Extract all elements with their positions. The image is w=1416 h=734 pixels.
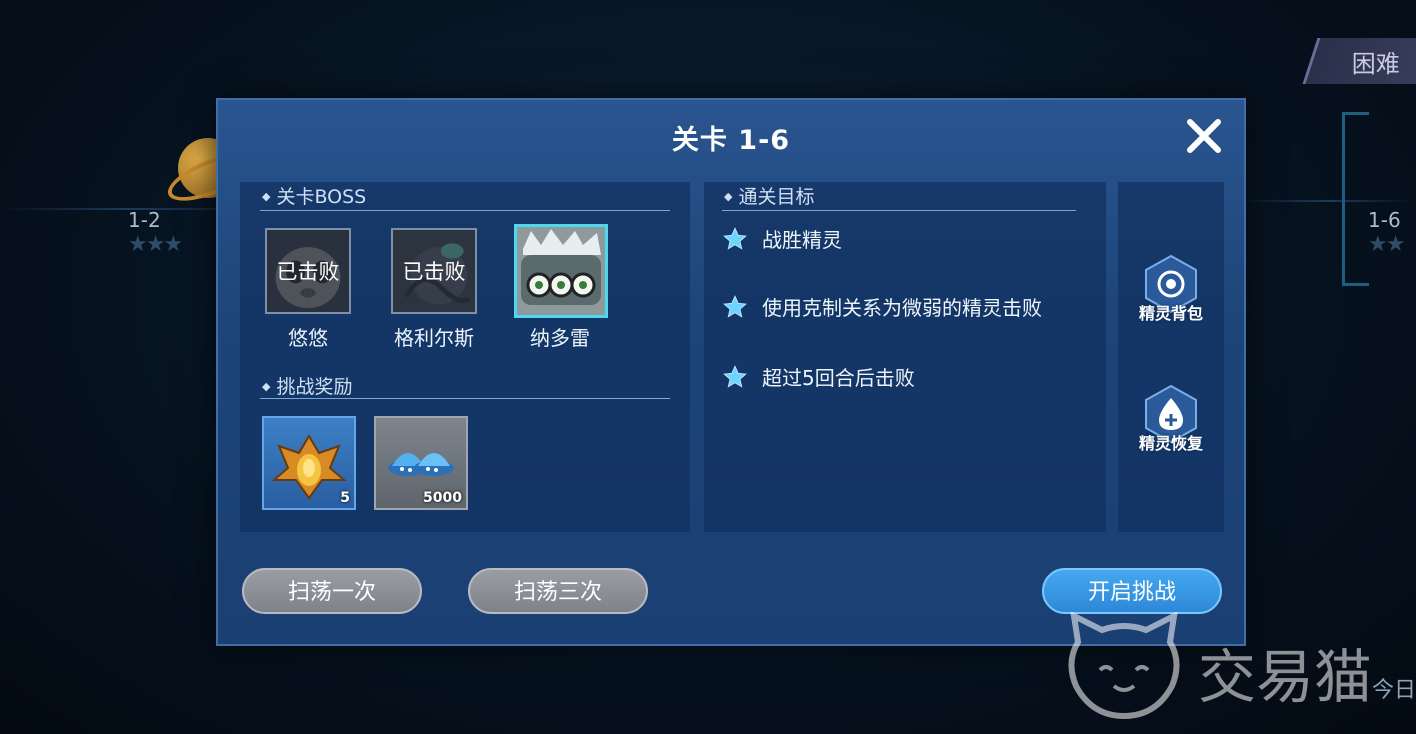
boss-name: 纳多雷 bbox=[530, 326, 590, 350]
section-divider bbox=[260, 210, 670, 211]
star-icon bbox=[723, 294, 747, 318]
spirit-heal-label: 精灵恢复 bbox=[1138, 434, 1203, 453]
sweep-once-button[interactable]: 扫荡一次 bbox=[242, 568, 422, 614]
difficulty-tab-hard[interactable]: 困难 bbox=[1302, 38, 1416, 84]
star-icon bbox=[723, 226, 747, 250]
star-icons: ★★★ bbox=[128, 232, 183, 257]
reward-item[interactable]: 5000 bbox=[374, 416, 468, 510]
close-button[interactable] bbox=[1184, 116, 1224, 156]
star-icon bbox=[723, 364, 747, 388]
stage-dialog: 关卡 1-6 ◆ 关卡BOSS 已击败 悠悠 已击败 格利尔斯 纳多雷 ◆ 挑战… bbox=[216, 98, 1246, 646]
boss-card[interactable]: 已击败 悠悠 bbox=[262, 228, 354, 351]
side-action-panel bbox=[1118, 182, 1224, 532]
close-icon bbox=[1187, 119, 1221, 153]
section-divider bbox=[722, 210, 1076, 211]
spirit-bag-label: 精灵背包 bbox=[1138, 304, 1203, 323]
boss-card-active[interactable]: 纳多雷 bbox=[514, 224, 608, 351]
boss-creature-icon bbox=[517, 227, 605, 315]
stage-node-left-label: 1-2 bbox=[128, 208, 161, 232]
goal-text: 战胜精灵 bbox=[762, 228, 842, 252]
corner-text: 今日 bbox=[1371, 678, 1416, 703]
path-line-right bbox=[1240, 200, 1416, 202]
stage-node-right[interactable]: 1-6 ★★ bbox=[1368, 208, 1405, 257]
sweep-three-button[interactable]: 扫荡三次 bbox=[468, 568, 648, 614]
boss-portrait: 已击败 bbox=[265, 228, 351, 314]
cat-logo-icon bbox=[1068, 612, 1180, 720]
boss-section-heading: ◆ 关卡BOSS bbox=[262, 182, 366, 209]
reward-count: 5000 bbox=[423, 490, 462, 506]
defeated-overlay: 已击败 bbox=[267, 230, 349, 312]
start-challenge-button[interactable]: 开启挑战 bbox=[1042, 568, 1222, 614]
goal-text: 使用克制关系为微弱的精灵击败 bbox=[762, 296, 1042, 320]
diamond-icon: ◆ bbox=[262, 190, 271, 203]
boss-portrait bbox=[514, 224, 608, 318]
difficulty-tab-label: 困难 bbox=[1351, 50, 1400, 78]
section-divider bbox=[260, 398, 670, 399]
diamond-icon: ◆ bbox=[262, 380, 271, 393]
reward-section-heading-text: 挑战奖励 bbox=[276, 376, 353, 398]
boss-portrait: 已击败 bbox=[391, 228, 477, 314]
reward-section-heading: ◆ 挑战奖励 bbox=[262, 372, 352, 399]
boss-name: 格利尔斯 bbox=[394, 326, 474, 350]
reward-count: 5 bbox=[340, 490, 350, 506]
goal-item: 超过5回合后击败 bbox=[722, 362, 915, 391]
stage-node-left[interactable]: 1-2 ★★★ bbox=[128, 208, 183, 257]
defeated-overlay: 已击败 bbox=[393, 230, 475, 312]
boss-name: 悠悠 bbox=[288, 326, 328, 350]
reward-item[interactable]: 5 bbox=[262, 416, 356, 510]
goal-item: 战胜精灵 bbox=[722, 224, 842, 253]
spirit-heal-button[interactable]: 精灵恢复 bbox=[1118, 384, 1224, 454]
star-icons: ★★ bbox=[1368, 232, 1405, 257]
stage-bracket bbox=[1342, 112, 1369, 286]
stage-node-right-label: 1-6 bbox=[1368, 208, 1401, 232]
boss-section-heading-text: 关卡BOSS bbox=[276, 186, 367, 208]
dialog-title: 关卡 1-6 bbox=[671, 125, 791, 156]
watermark: 交易猫 bbox=[1064, 612, 1394, 722]
boss-card[interactable]: 已击败 格利尔斯 bbox=[388, 228, 480, 351]
goal-item: 使用克制关系为微弱的精灵击败 bbox=[722, 292, 1042, 321]
goal-text: 超过5回合后击败 bbox=[762, 366, 915, 390]
watermark-text: 交易猫 bbox=[1198, 643, 1373, 711]
diamond-icon: ◆ bbox=[724, 190, 733, 203]
goal-section-heading: ◆ 通关目标 bbox=[724, 182, 814, 209]
spirit-bag-button[interactable]: 精灵背包 bbox=[1118, 254, 1224, 324]
goal-section-heading-text: 通关目标 bbox=[738, 186, 815, 208]
